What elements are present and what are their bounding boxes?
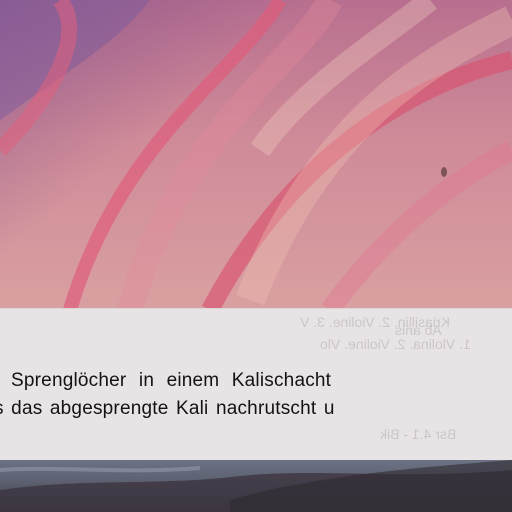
scanned-page: Kriasillin. 2. Violine. 3. V 1. Vlolina.… [0,0,512,512]
lower-photo-illustration [0,460,512,512]
rock-photo [0,0,512,310]
rock-strata-illustration [0,0,512,310]
caption-line-1: r Sprenglöcher in einem Kalischacht [0,370,332,391]
bleed-through-text: 1. Vlolina. 2. Violine. Vlo [320,336,471,352]
bleed-through-text: Ab anis [395,322,442,338]
caption-area: Kriasillin. 2. Violine. 3. V 1. Vlolina.… [0,308,512,462]
bleed-through-text: Bsr 4.1 - Bik [380,426,457,442]
caption-line-2: s das abgesprengte Kali nachrutscht u [0,398,335,419]
lower-photo [0,460,512,512]
